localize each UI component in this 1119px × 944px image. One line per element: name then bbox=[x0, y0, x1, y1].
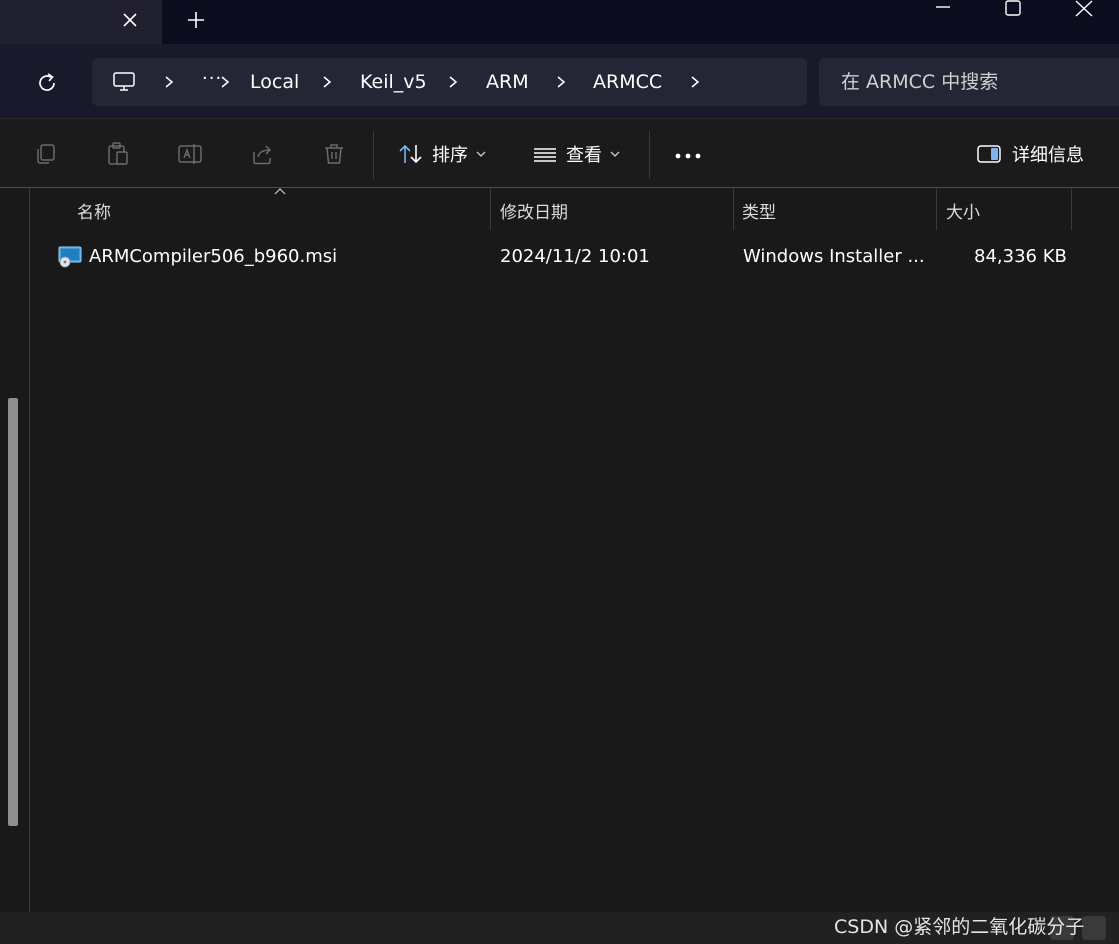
chevron-down-icon bbox=[476, 151, 486, 157]
breadcrumb-item-armcc[interactable]: ARMCC bbox=[593, 71, 662, 93]
details-pane-icon bbox=[977, 145, 1001, 163]
maximize-icon[interactable] bbox=[990, 0, 1036, 20]
toolbar-divider bbox=[649, 131, 650, 179]
sort-button[interactable]: 排序 bbox=[398, 137, 486, 171]
breadcrumb-item-local[interactable]: Local bbox=[250, 71, 299, 93]
computer-icon[interactable] bbox=[112, 70, 136, 94]
sort-icon bbox=[399, 144, 422, 164]
chevron-right-icon[interactable] bbox=[218, 74, 232, 90]
view-list-icon bbox=[534, 148, 556, 162]
search-input[interactable] bbox=[841, 58, 1111, 106]
column-header-modified-label: 修改日期 bbox=[500, 203, 568, 223]
more-options-icon[interactable] bbox=[672, 139, 704, 169]
navigation-scrollbar[interactable] bbox=[8, 398, 18, 826]
minimize-icon[interactable] bbox=[920, 0, 966, 20]
column-header-type-label: 类型 bbox=[742, 203, 776, 223]
chevron-right-icon[interactable] bbox=[320, 74, 334, 90]
chevron-right-icon[interactable] bbox=[688, 74, 702, 90]
address-row: ··· Local Keil_v5 ARM ARMCC bbox=[0, 44, 1119, 118]
breadcrumb-item-keil[interactable]: Keil_v5 bbox=[360, 71, 427, 93]
details-pane-button[interactable]: 详细信息 bbox=[976, 137, 1084, 171]
table-row[interactable]: ARMCompiler506_b960.msi 2024/11/2 10:01 … bbox=[40, 236, 1080, 278]
active-tab[interactable] bbox=[0, 0, 162, 44]
search-box[interactable] bbox=[819, 58, 1119, 106]
column-header-size[interactable]: 大小 bbox=[937, 188, 1071, 230]
chevron-right-icon[interactable] bbox=[162, 74, 176, 90]
close-icon[interactable] bbox=[118, 8, 142, 32]
breadcrumb-item-arm[interactable]: ARM bbox=[486, 71, 529, 93]
column-header-name-label: 名称 bbox=[77, 203, 111, 223]
file-name[interactable]: ARMCompiler506_b960.msi bbox=[89, 246, 337, 267]
column-header-name[interactable]: 名称 bbox=[40, 188, 490, 230]
navigation-pane bbox=[0, 188, 30, 912]
sort-label: 排序 bbox=[432, 145, 468, 166]
file-modified: 2024/11/2 10:01 bbox=[500, 246, 650, 267]
msi-installer-icon bbox=[58, 246, 82, 268]
view-button[interactable]: 查看 bbox=[532, 137, 620, 171]
toolbar-divider bbox=[373, 131, 374, 179]
share-icon[interactable] bbox=[249, 141, 275, 167]
rename-icon[interactable] bbox=[177, 141, 203, 167]
details-label: 详细信息 bbox=[1012, 145, 1084, 166]
column-header-size-label: 大小 bbox=[946, 203, 980, 223]
file-explorer-window: ··· Local Keil_v5 ARM ARMCC 在 ARMCC 中搜索 … bbox=[0, 0, 1119, 944]
plus-icon[interactable] bbox=[184, 8, 208, 32]
column-header-modified[interactable]: 修改日期 bbox=[491, 188, 733, 230]
column-header-type[interactable]: 类型 bbox=[734, 188, 936, 230]
chevron-down-icon bbox=[610, 151, 620, 157]
paste-icon[interactable] bbox=[105, 141, 131, 167]
tiles-view-toggle[interactable] bbox=[1082, 916, 1106, 940]
command-bar: 排序 查看 详细信息 bbox=[0, 118, 1119, 189]
breadcrumb[interactable]: ··· Local Keil_v5 ARM ARMCC bbox=[92, 58, 807, 106]
file-size: 84,336 KB bbox=[974, 246, 1067, 267]
chevron-right-icon[interactable] bbox=[446, 74, 460, 90]
copy-icon[interactable] bbox=[33, 141, 59, 167]
chevron-right-icon[interactable] bbox=[554, 74, 568, 90]
column-divider[interactable] bbox=[1071, 188, 1072, 230]
delete-icon[interactable] bbox=[321, 141, 347, 167]
file-type: Windows Installer ... bbox=[743, 246, 925, 267]
close-icon[interactable] bbox=[1061, 0, 1107, 20]
title-bar bbox=[0, 0, 1119, 44]
view-label: 查看 bbox=[566, 145, 602, 166]
watermark-text: CSDN @紧邻的二氧化碳分子 bbox=[834, 916, 1085, 938]
refresh-icon[interactable] bbox=[34, 70, 60, 96]
